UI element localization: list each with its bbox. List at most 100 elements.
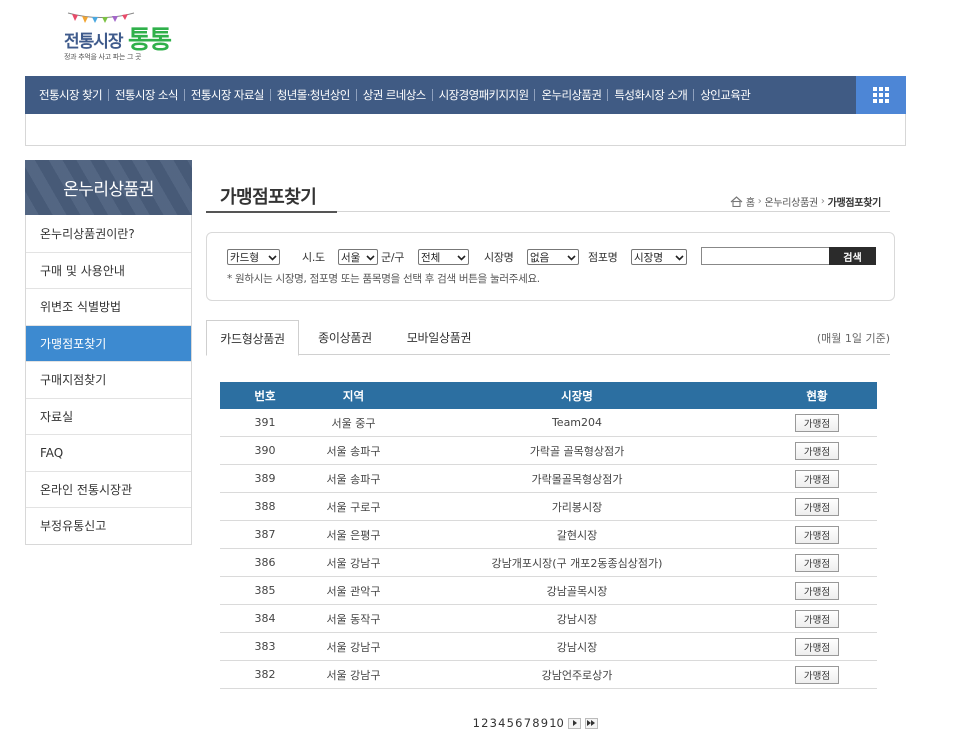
row-market: 강남시장: [556, 612, 598, 626]
gnb-item-market-news[interactable]: 전통시장 소식: [102, 87, 179, 103]
tab-paper-voucher[interactable]: 종이상품권: [305, 320, 385, 355]
page-link[interactable]: 8: [532, 716, 541, 730]
row-region: 서울 강남구: [326, 668, 381, 682]
page-link[interactable]: 2: [481, 716, 490, 730]
gnb-item-renaissance[interactable]: 상권 르네상스: [350, 87, 427, 103]
row-number: 391: [254, 416, 276, 429]
page-link[interactable]: 9: [540, 716, 549, 730]
gnb-item-market-archive[interactable]: 전통시장 자료실: [178, 87, 265, 103]
row-number: 383: [254, 640, 276, 653]
lnb-item-counterfeit[interactable]: 위변조 식별방법: [26, 288, 191, 325]
lnb-item-faq[interactable]: FAQ: [26, 434, 191, 471]
breadcrumb: 홈 › 온누리상품권 › 가맹점포찾기: [730, 194, 881, 209]
row-region: 서울 은평구: [326, 528, 381, 542]
gnb-item-specialized-market[interactable]: 특성화시장 소개: [601, 87, 688, 103]
logo-slogan: 정과 추억을 사고 파는 그 곳: [64, 53, 142, 61]
logo-text-accent: 통통: [128, 25, 172, 54]
lnb-item-store-search[interactable]: 가맹점포찾기: [26, 324, 191, 361]
status-button[interactable]: 가맹점: [795, 609, 839, 628]
card-type-select[interactable]: 카드형: [227, 249, 280, 265]
sido-label: 시.도: [302, 251, 325, 264]
market-select-value: 없음: [530, 251, 550, 264]
row-market: 강남시장: [556, 640, 598, 654]
page-link[interactable]: 7: [523, 716, 532, 730]
gnb-item-youth-mall[interactable]: 청년몰·청년상인: [264, 87, 351, 103]
lnb-item-purchase-branch[interactable]: 구매지점찾기: [26, 361, 191, 398]
row-market: 강남개포시장(구 개포2동종심상점가): [491, 556, 663, 570]
lnb-item-online-market[interactable]: 온라인 전통시장관: [26, 470, 191, 508]
row-number: 385: [254, 584, 276, 597]
page-link[interactable]: 1: [472, 716, 481, 730]
page-link[interactable]: 10: [549, 716, 565, 730]
all-menu-button[interactable]: [856, 76, 906, 114]
status-button[interactable]: 가맹점: [795, 413, 839, 432]
status-button[interactable]: 가맹점: [795, 637, 839, 656]
page-link[interactable]: 3: [489, 716, 498, 730]
lnb-item-report[interactable]: 부정유통신고: [26, 507, 191, 544]
logo-text-primary: 전통시장: [64, 32, 124, 52]
data-basis-note: (매월 1일 기준): [816, 332, 890, 345]
main-navigation: 전통시장 찾기 전통시장 소식 전통시장 자료실 청년몰·청년상인 상권 르네상…: [25, 76, 906, 114]
gugun-select-value: 전체: [421, 251, 441, 264]
table-row: 382 서울 강남구 강남언주로상가 가맹점: [220, 661, 877, 689]
row-market: 강남골목시장: [546, 584, 608, 598]
lnb-item-about[interactable]: 온누리상품권이란?: [26, 215, 191, 252]
row-number: 388: [254, 500, 276, 513]
title-divider: [337, 211, 890, 212]
tab-mobile-voucher[interactable]: 모바일상품권: [394, 320, 484, 355]
status-button[interactable]: 가맹점: [795, 553, 839, 572]
store-label: 점포명: [588, 251, 618, 264]
bunting-flags-icon: [67, 12, 135, 23]
row-region: 서울 동작구: [326, 612, 381, 626]
search-button[interactable]: 검색: [829, 247, 876, 265]
lnb-item-archive[interactable]: 자료실: [26, 397, 191, 435]
card-type-select-value: 카드형: [230, 251, 259, 264]
keyword-input[interactable]: [701, 247, 830, 265]
gnb-item-market-search[interactable]: 전통시장 찾기: [39, 87, 103, 103]
row-region: 서울 관악구: [326, 584, 381, 598]
lnb-item-purchase-guide[interactable]: 구매 및 사용안내: [26, 251, 191, 289]
status-button[interactable]: 가맹점: [795, 469, 839, 488]
market-label: 시장명: [484, 251, 514, 264]
header-region: 지역: [342, 388, 365, 403]
status-button[interactable]: 가맹점: [795, 497, 839, 516]
status-button[interactable]: 가맹점: [795, 525, 839, 544]
breadcrumb-section[interactable]: 온누리상품권: [764, 194, 818, 209]
store-select-value: 시장명: [634, 251, 663, 264]
chevron-down-icon: [457, 255, 466, 261]
pagination: 1 2 3 4 5 6 7 8 9 10: [472, 716, 599, 730]
gnb-item-onnuri[interactable]: 온누리상품권: [528, 87, 601, 103]
page-title: 가맹점포찾기: [206, 178, 337, 213]
gnb-item-management-package[interactable]: 시장경영패키지지원: [426, 87, 529, 103]
grid-menu-icon: [873, 87, 889, 103]
market-select[interactable]: 없음: [527, 249, 579, 265]
tab-card-voucher[interactable]: 카드형상품권: [206, 320, 299, 356]
page-link[interactable]: 4: [498, 716, 507, 730]
site-logo[interactable]: 전통시장 통통 정과 추억을 사고 파는 그 곳: [60, 10, 180, 65]
row-region: 서울 강남구: [326, 640, 381, 654]
page-link[interactable]: 5: [506, 716, 515, 730]
next-page-button[interactable]: [568, 717, 582, 729]
page-link[interactable]: 6: [515, 716, 524, 730]
gugun-select[interactable]: 전체: [418, 249, 469, 265]
table-row: 388 서울 구로구 가리봉시장 가맹점: [220, 493, 877, 521]
gnb-item-merchant-education[interactable]: 상인교육관: [687, 87, 751, 103]
status-button[interactable]: 가맹점: [795, 665, 839, 684]
home-icon[interactable]: [730, 196, 743, 207]
row-market: 가락몰골목형상점가: [531, 472, 623, 486]
row-number: 386: [254, 556, 276, 569]
table-row: 390 서울 송파구 가락골 골목형상점가 가맹점: [220, 437, 877, 465]
row-region: 서울 송파구: [326, 444, 381, 458]
last-page-button[interactable]: [585, 717, 599, 729]
table-row: 391 서울 중구 Team204 가맹점: [220, 409, 877, 437]
row-region: 서울 구로구: [326, 500, 381, 514]
breadcrumb-home[interactable]: 홈: [746, 194, 755, 209]
sido-select[interactable]: 서울: [338, 249, 378, 265]
status-button[interactable]: 가맹점: [795, 581, 839, 600]
header-status: 현황: [806, 388, 828, 403]
store-select[interactable]: 시장명: [631, 249, 687, 265]
row-region: 서울 강남구: [326, 556, 381, 570]
search-panel: 카드형 시.도 서울 군/구 전체 시장명 없음 점포명 시장명 검색 * 원하…: [206, 232, 895, 301]
row-market: 가락골 골목형상점가: [529, 444, 625, 458]
status-button[interactable]: 가맹점: [795, 441, 839, 460]
